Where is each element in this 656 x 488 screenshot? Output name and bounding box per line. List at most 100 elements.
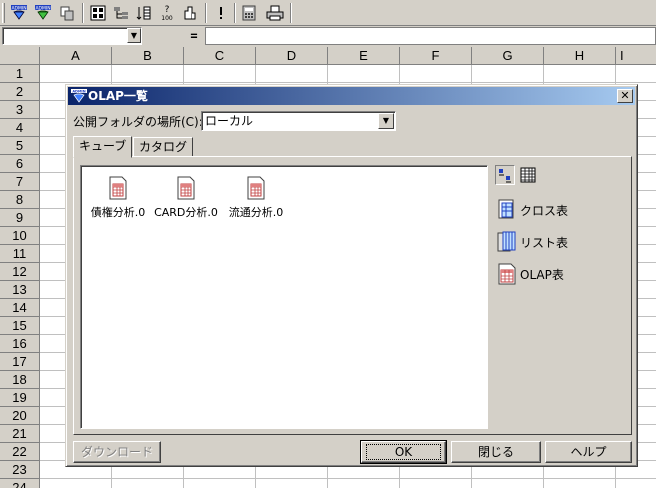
list-table-icon bbox=[497, 231, 516, 252]
copy-pages-icon[interactable] bbox=[56, 3, 78, 23]
row-header[interactable]: 16 bbox=[0, 335, 40, 353]
cube-file-icon bbox=[177, 176, 195, 200]
row-header[interactable]: 8 bbox=[0, 191, 40, 209]
report-type-list[interactable]: リスト表 bbox=[497, 230, 568, 254]
folder-location-label: 公開フォルダの場所(C): bbox=[73, 115, 203, 129]
cube-label: CARD分析.0 bbox=[154, 206, 218, 219]
row-header[interactable]: 14 bbox=[0, 299, 40, 317]
cube-file-icon bbox=[247, 176, 265, 200]
cube-label: 債権分析.0 bbox=[90, 206, 146, 219]
column-header[interactable]: C bbox=[184, 47, 256, 65]
row-header[interactable]: 17 bbox=[0, 353, 40, 371]
olap-list-dialog: ADMIN OLAP一覧 ✕ 公開フォルダの場所(C): ローカル ▼ キューブ… bbox=[65, 84, 638, 467]
report-type-label: リスト表 bbox=[520, 235, 569, 250]
calculator-icon[interactable] bbox=[238, 3, 260, 23]
row-header[interactable]: 19 bbox=[0, 389, 40, 407]
toolbar: ADMIN ADMIN ? 100 bbox=[0, 0, 656, 26]
row-header[interactable]: 23 bbox=[0, 461, 40, 479]
row-header[interactable]: 4 bbox=[0, 119, 40, 137]
row-header[interactable]: 2 bbox=[0, 83, 40, 101]
dialog-title: OLAP一覧 bbox=[88, 89, 148, 103]
column-sort-icon[interactable] bbox=[133, 3, 155, 23]
column-header[interactable]: F bbox=[400, 47, 472, 65]
row-header[interactable]: 6 bbox=[0, 155, 40, 173]
exclamation-icon[interactable] bbox=[210, 3, 232, 23]
ok-button[interactable]: OK bbox=[360, 440, 447, 464]
row-header[interactable]: 15 bbox=[0, 317, 40, 335]
name-box[interactable] bbox=[2, 27, 142, 45]
folder-location-select[interactable]: ローカル ▼ bbox=[201, 111, 396, 131]
question-100-icon[interactable]: ? 100 bbox=[156, 3, 178, 23]
report-type-cross[interactable]: クロス表 bbox=[497, 198, 568, 222]
folder-location-value: ローカル bbox=[205, 114, 254, 128]
olap-table-icon bbox=[498, 263, 516, 285]
row-header[interactable]: 9 bbox=[0, 209, 40, 227]
grid-layout-icon[interactable] bbox=[87, 3, 109, 23]
name-box-dropdown-button[interactable]: ▼ bbox=[127, 28, 141, 43]
cube-item[interactable]: 債権分析.0 bbox=[83, 176, 153, 220]
report-type-label: クロス表 bbox=[520, 203, 569, 218]
toolbar-grip[interactable] bbox=[2, 3, 5, 23]
detail-view-icon[interactable] bbox=[518, 165, 538, 185]
column-header[interactable]: E bbox=[328, 47, 400, 65]
toolbar-separator bbox=[290, 3, 292, 23]
admin-diamond-icon: ADMIN bbox=[71, 89, 87, 108]
grid-line bbox=[40, 82, 656, 83]
admin-diamond-icon[interactable]: ADMIN bbox=[8, 3, 30, 23]
row-header[interactable]: 12 bbox=[0, 263, 40, 281]
ok-button-label: OK bbox=[365, 444, 442, 460]
select-all-corner[interactable] bbox=[0, 47, 40, 65]
help-button[interactable]: ヘルプ bbox=[545, 441, 632, 463]
download-button[interactable]: ダウンロード bbox=[73, 441, 161, 463]
cube-item[interactable]: 流通分析.0 bbox=[221, 176, 291, 220]
chevron-down-icon: ▼ bbox=[130, 31, 138, 40]
row-header[interactable]: 18 bbox=[0, 371, 40, 389]
column-header[interactable]: H bbox=[544, 47, 616, 65]
cube-tab-panel: 債権分析.0 CARD分析.0 流通分析.0 クロス表 リスト表 OLAP表 bbox=[73, 156, 632, 435]
stack-icon[interactable] bbox=[179, 3, 201, 23]
cube-file-icon bbox=[109, 176, 127, 200]
svg-text:ADMIN: ADMIN bbox=[72, 90, 85, 94]
column-header[interactable]: A bbox=[40, 47, 112, 65]
cube-list[interactable]: 債権分析.0 CARD分析.0 流通分析.0 bbox=[80, 165, 488, 429]
report-type-olap[interactable]: OLAP表 bbox=[497, 262, 564, 286]
column-header[interactable]: I bbox=[616, 47, 656, 65]
toolbar-separator bbox=[82, 3, 84, 23]
toolbar-separator bbox=[234, 3, 236, 23]
row-header[interactable]: 22 bbox=[0, 443, 40, 461]
admin-diamond-check-icon[interactable]: ADMIN bbox=[32, 3, 54, 23]
row-header[interactable]: 10 bbox=[0, 227, 40, 245]
formula-input[interactable] bbox=[205, 27, 656, 45]
column-header[interactable]: G bbox=[472, 47, 544, 65]
cube-item[interactable]: CARD分析.0 bbox=[151, 176, 221, 220]
tab-catalog[interactable]: カタログ bbox=[133, 137, 194, 157]
close-icon[interactable]: ✕ bbox=[617, 89, 633, 103]
row-header[interactable]: 11 bbox=[0, 245, 40, 263]
dialog-titlebar[interactable]: ADMIN OLAP一覧 ✕ bbox=[68, 87, 635, 105]
report-type-label: OLAP表 bbox=[520, 267, 564, 282]
column-header[interactable]: D bbox=[256, 47, 328, 65]
row-header[interactable]: 3 bbox=[0, 101, 40, 119]
tab-cube[interactable]: キューブ bbox=[73, 136, 133, 158]
cube-label: 流通分析.0 bbox=[228, 206, 284, 219]
equals-sign[interactable]: = bbox=[184, 27, 204, 45]
svg-text:?: ? bbox=[165, 5, 170, 15]
row-header[interactable]: 13 bbox=[0, 281, 40, 299]
grid-line bbox=[40, 478, 656, 479]
column-header[interactable]: B bbox=[112, 47, 184, 65]
formula-bar: ▼ = bbox=[0, 26, 656, 46]
cross-table-icon bbox=[498, 199, 514, 219]
large-icon-view-icon[interactable] bbox=[495, 165, 515, 185]
row-header[interactable]: 20 bbox=[0, 407, 40, 425]
svg-text:100: 100 bbox=[161, 15, 173, 22]
row-header[interactable]: 1 bbox=[0, 65, 40, 83]
row-header[interactable]: 5 bbox=[0, 137, 40, 155]
toolbar-separator bbox=[205, 3, 207, 23]
close-button[interactable]: 閉じる bbox=[451, 441, 541, 463]
printer-icon[interactable] bbox=[264, 3, 286, 23]
chevron-down-icon[interactable]: ▼ bbox=[378, 113, 394, 129]
row-header[interactable]: 24 bbox=[0, 479, 40, 488]
row-header[interactable]: 21 bbox=[0, 425, 40, 443]
hierarchy-icon[interactable] bbox=[110, 3, 132, 23]
row-header[interactable]: 7 bbox=[0, 173, 40, 191]
